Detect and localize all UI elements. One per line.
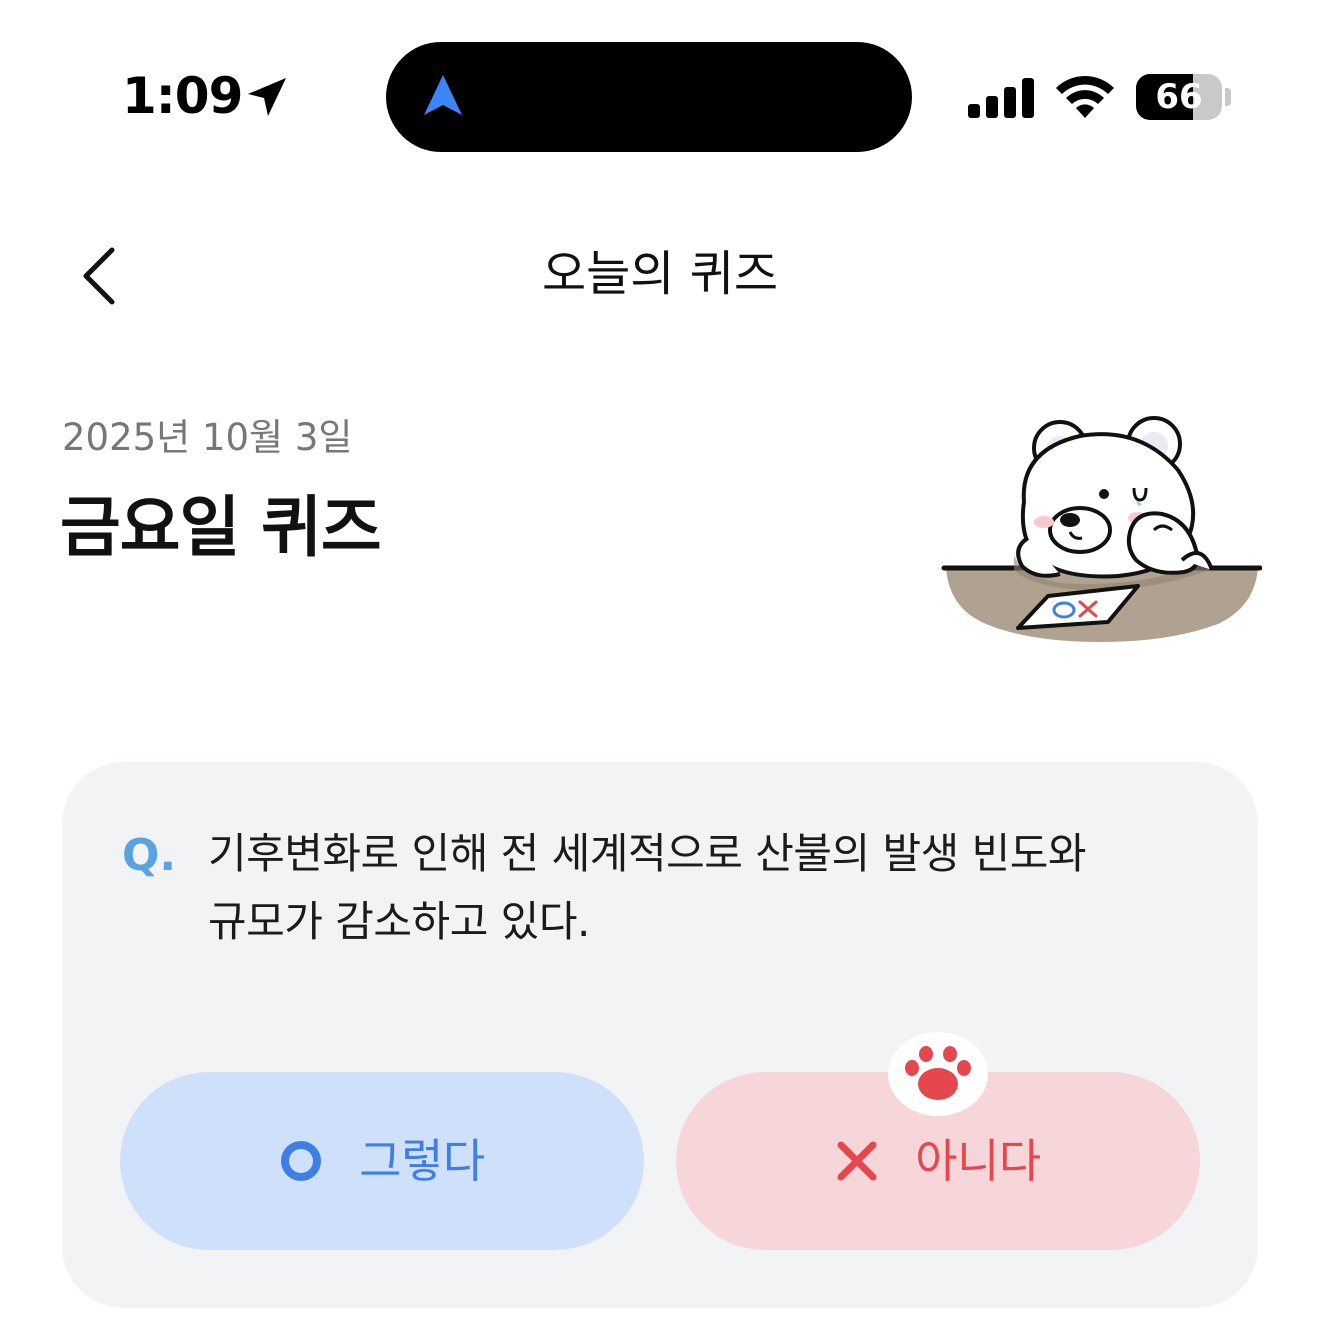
question-line-1: 기후변화로 인해 전 세계적으로 산불의 발생 빈도와	[208, 829, 1087, 878]
back-button[interactable]	[70, 240, 130, 312]
answer-no-label: 아니다	[915, 1134, 1041, 1188]
bear-mascot-illustration	[941, 416, 1262, 642]
status-time: 1:09	[122, 67, 243, 125]
battery-indicator: 66	[1136, 74, 1222, 120]
battery-cap	[1225, 88, 1231, 106]
paw-icon	[888, 1032, 988, 1116]
quiz-date: 2025년 10월 3일	[62, 416, 353, 459]
wifi-icon	[1056, 75, 1114, 118]
circle-o-icon	[281, 1141, 322, 1181]
question-mark-label: Q.	[122, 830, 177, 881]
navigation-arrow-icon	[424, 75, 462, 115]
question-text: 기후변화로 인해 전 세계적으로 산불의 발생 빈도와 규모가 감소하고 있다.	[208, 820, 1198, 956]
x-icon	[837, 1141, 877, 1181]
cellular-signal-icon	[968, 78, 1034, 118]
location-arrow-icon	[248, 78, 286, 116]
quiz-screen: 1:09 66 오늘의 퀴즈 2025년 10월 3일 금요일 퀴즈 Q. 기후…	[0, 0, 1320, 1327]
answer-yes-button[interactable]: 그렇다	[120, 1072, 644, 1250]
page-title: 오늘의 퀴즈	[541, 246, 779, 302]
battery-percent: 66	[1155, 77, 1203, 117]
chevron-left-icon	[83, 247, 115, 305]
answer-yes-label: 그렇다	[359, 1134, 485, 1188]
question-line-2: 규모가 감소하고 있다.	[208, 897, 590, 946]
quiz-title: 금요일 퀴즈	[60, 489, 382, 566]
